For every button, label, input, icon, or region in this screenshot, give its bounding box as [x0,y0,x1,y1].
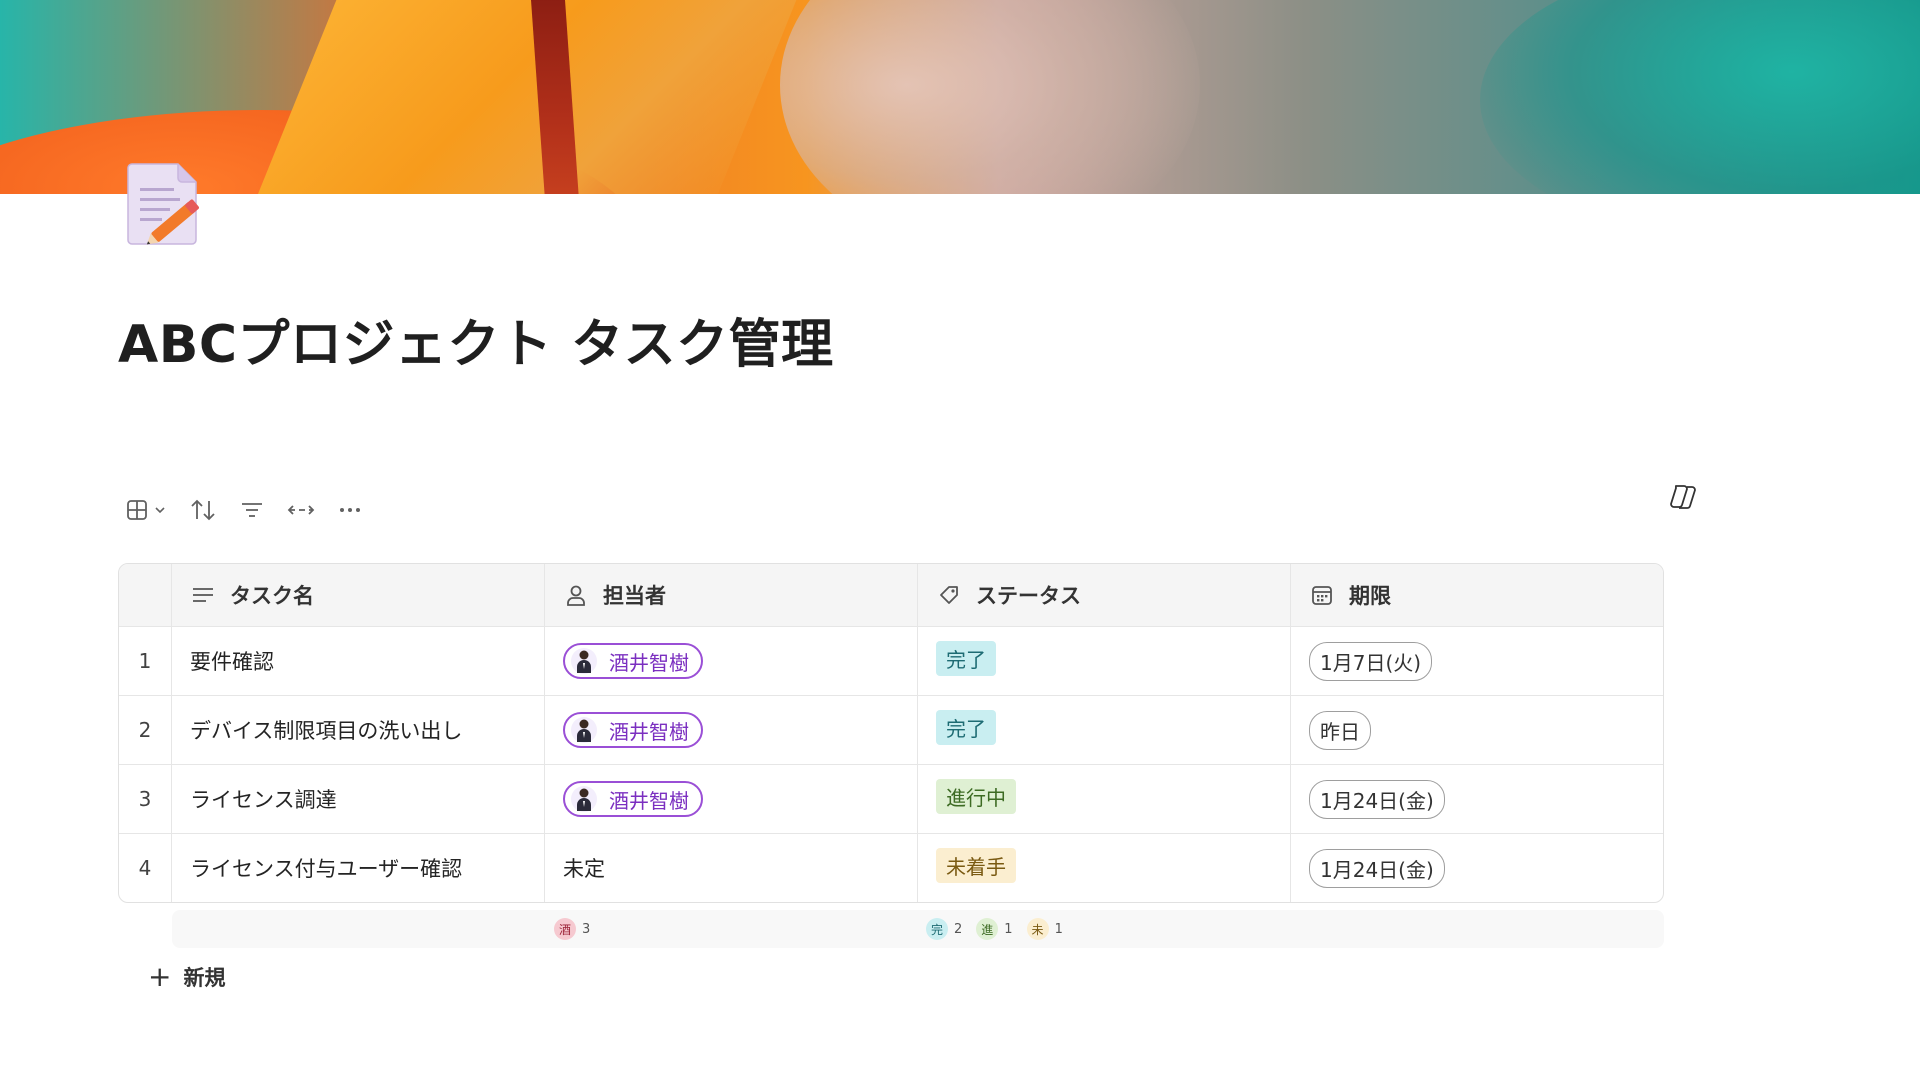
status-tag: 完了 [936,641,996,676]
column-header-label: ステータス [976,584,1081,608]
due-date-cell[interactable]: 1月24日(金) [1290,765,1663,833]
column-header-status[interactable]: ステータス [917,564,1290,626]
summary-row: 酒3 完2進1未1 [172,910,1664,948]
column-width-icon [286,502,316,518]
person-pill[interactable]: 酒井智樹 [563,712,703,748]
new-item-label: 新規 [183,966,226,990]
tag-icon [936,582,962,608]
row-number: 4 [138,856,152,880]
cover-image [0,0,1920,194]
status-cell[interactable]: 未着手 [917,834,1290,902]
summary-chip: 酒3 [554,918,590,940]
view-toolbar [126,492,384,528]
column-header-task-name[interactable]: タスク名 [171,564,544,626]
avatar [571,717,597,743]
due-date-pill: 1月7日(火) [1309,641,1433,681]
task-name-cell[interactable]: ライセンス調達 [171,765,544,833]
column-header-due-date[interactable]: 期限 [1290,564,1663,626]
column-width-button[interactable] [286,492,316,528]
due-date-pill: 1月24日(金) [1309,848,1445,888]
table-row[interactable]: 4 ライセンス付与ユーザー確認 未定 未着手 1月24日(金) [119,833,1663,902]
table-row[interactable]: 2 デバイス制限項目の洗い出し 酒井智樹 完了 昨日 [119,695,1663,764]
view-switcher-button[interactable] [126,492,166,528]
status-tag: 未着手 [936,848,1016,883]
person-icon [563,582,589,608]
status-tag: 進行中 [936,779,1016,814]
summary-count: 1 [1054,921,1063,937]
text-lines-icon [190,582,216,608]
summary-chip: 未1 [1026,918,1063,940]
filter-icon [240,500,264,520]
assignee-cell[interactable]: 酒井智樹 [544,696,917,764]
copilot-button[interactable] [1666,482,1700,516]
column-header-label: 期限 [1349,584,1391,608]
avatar [571,786,597,812]
assignee-text: 未定 [563,857,605,881]
row-number: 3 [138,787,152,811]
task-name-cell[interactable]: 要件確認 [171,627,544,695]
task-table: タスク名 担当者 ステータス 期限 1 要件確認 酒井智樹 完了 1月7日(火) 2 デバイ… [118,563,1664,903]
due-date-cell[interactable]: 1月24日(金) [1290,834,1663,902]
table-body: 1 要件確認 酒井智樹 完了 1月7日(火) 2 デバイス制限項目の洗い出し 酒井智樹 完了 昨日… [119,626,1663,902]
more-icon [338,506,362,514]
assignee-summary[interactable]: 酒3 [554,918,604,940]
sort-button[interactable] [188,492,218,528]
summary-count: 2 [954,921,963,937]
page-title[interactable]: ABCプロジェクト タスク管理 [118,302,834,377]
status-cell[interactable]: 進行中 [917,765,1290,833]
assignee-name: 酒井智樹 [609,788,689,813]
calendar-icon [1309,582,1335,608]
assignee-cell[interactable]: 酒井智樹 [544,627,917,695]
more-options-button[interactable] [338,492,362,528]
summary-chip: 完2 [926,918,962,940]
row-number: 1 [138,649,152,673]
summary-count: 3 [582,921,591,937]
table-header-row: タスク名 担当者 ステータス 期限 [119,564,1663,626]
assignee-name: 酒井智樹 [609,650,689,675]
column-header-label: 担当者 [603,584,666,608]
column-header-assignee[interactable]: 担当者 [544,564,917,626]
person-pill[interactable]: 酒井智樹 [563,781,703,817]
table-row[interactable]: 1 要件確認 酒井智樹 完了 1月7日(火) [119,626,1663,695]
due-date-pill: 1月24日(金) [1309,779,1445,819]
due-date-pill: 昨日 [1309,710,1371,750]
assignee-name: 酒井智樹 [609,719,689,744]
summary-count: 1 [1004,921,1013,937]
avatar [571,648,597,674]
task-name: デバイス制限項目の洗い出し [190,719,463,743]
status-cell[interactable]: 完了 [917,627,1290,695]
task-name: 要件確認 [190,650,274,674]
summary-chip: 進1 [976,918,1013,940]
status-cell[interactable]: 完了 [917,696,1290,764]
plus-icon: + [148,960,172,993]
new-item-button[interactable]: + 新規 [148,962,225,992]
summary-dot: 進 [976,918,999,940]
summary-dot: 酒 [554,918,576,940]
task-name: ライセンス調達 [190,788,337,812]
table-view-icon [126,499,148,521]
summary-dot: 完 [926,918,948,940]
due-date-cell[interactable]: 1月7日(火) [1290,627,1663,695]
memo-pencil-icon[interactable] [126,158,206,246]
row-number: 2 [138,718,152,742]
summary-dot: 未 [1026,918,1049,940]
task-name: ライセンス付与ユーザー確認 [190,857,463,881]
column-header-label: タスク名 [230,584,314,608]
due-date-cell[interactable]: 昨日 [1290,696,1663,764]
task-name-cell[interactable]: ライセンス付与ユーザー確認 [171,834,544,902]
table-row[interactable]: 3 ライセンス調達 酒井智樹 進行中 1月24日(金) [119,764,1663,833]
filter-button[interactable] [240,492,264,528]
copilot-icon [1668,482,1698,516]
person-pill[interactable]: 酒井智樹 [563,643,703,679]
chevron-down-icon [154,504,166,516]
status-summary[interactable]: 完2進1未1 [926,918,1077,940]
task-name-cell[interactable]: デバイス制限項目の洗い出し [171,696,544,764]
sort-icon [188,498,218,522]
status-tag: 完了 [936,710,996,745]
row-number-header [119,564,171,626]
assignee-cell[interactable]: 未定 [544,834,917,902]
assignee-cell[interactable]: 酒井智樹 [544,765,917,833]
